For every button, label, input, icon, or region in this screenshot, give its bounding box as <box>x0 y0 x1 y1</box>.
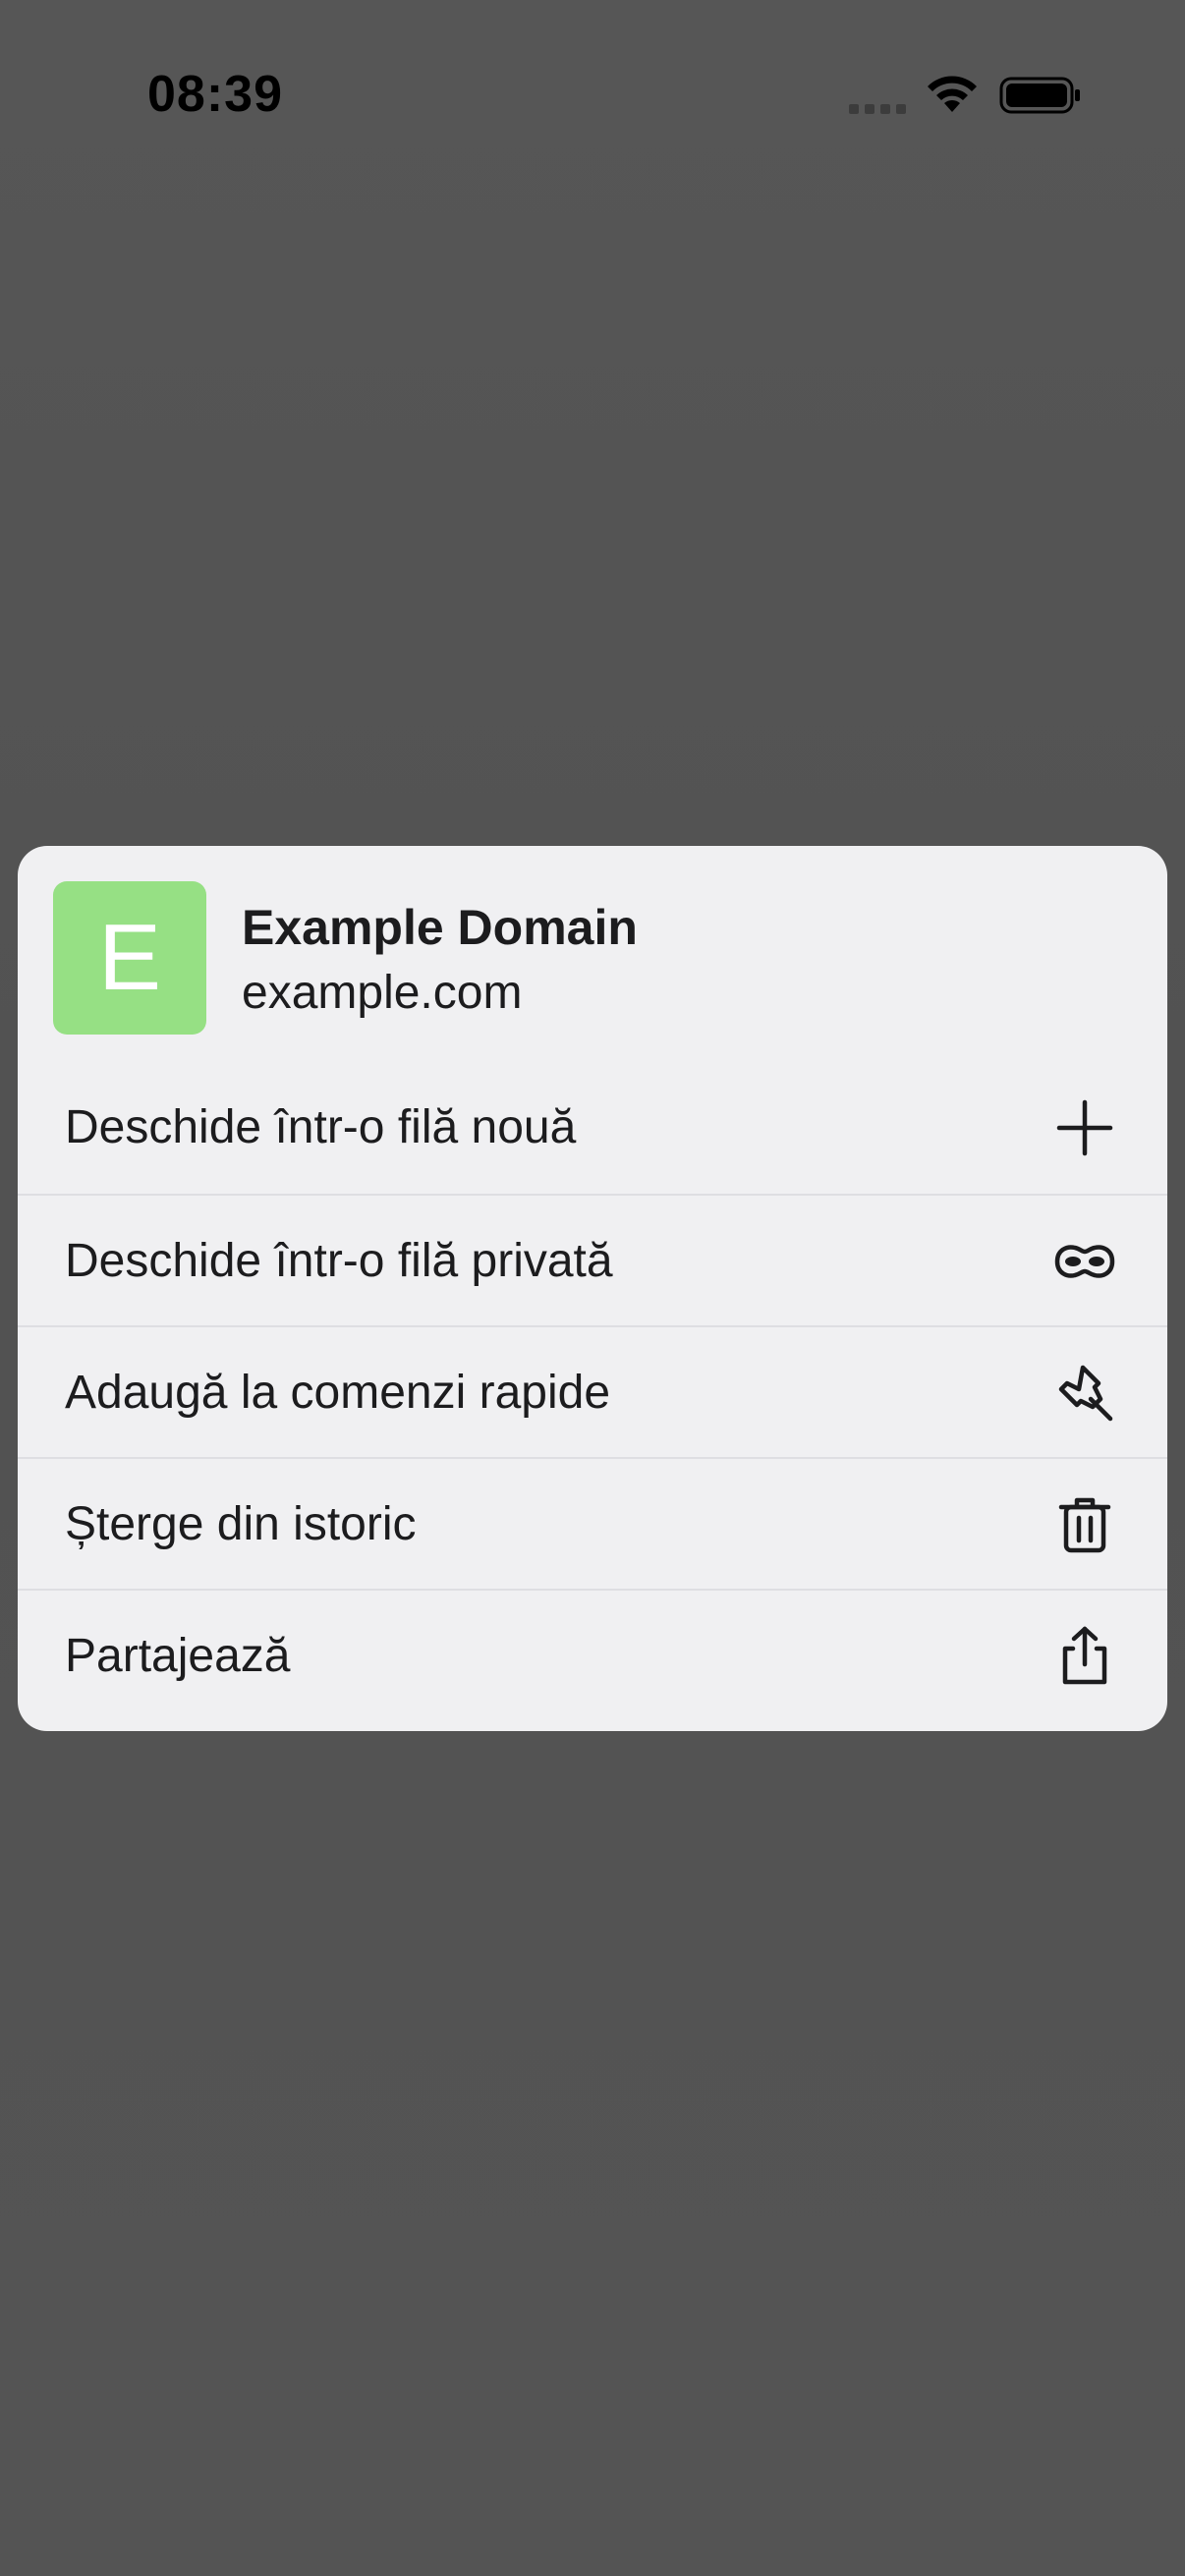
menu-item-label: Partajează <box>65 1630 291 1682</box>
site-favicon: E <box>53 881 206 1035</box>
site-url: example.com <box>242 967 523 1019</box>
pin-icon <box>1051 1360 1118 1427</box>
share-icon <box>1051 1623 1118 1690</box>
site-preview-header: E Example Domain example.com <box>18 846 1167 1062</box>
menu-item-add-shortcut[interactable]: Adaugă la comenzi rapide <box>18 1325 1167 1457</box>
menu-item-open-private-tab[interactable]: Deschide într-o filă privată <box>18 1194 1167 1325</box>
cellular-signal-icon <box>849 104 906 114</box>
menu-item-label: Adaugă la comenzi rapide <box>65 1367 611 1419</box>
favicon-letter: E <box>97 905 162 1010</box>
battery-icon <box>999 77 1080 114</box>
site-title: Example Domain <box>242 900 638 955</box>
menu-item-label: Deschide într-o filă nouă <box>65 1101 577 1153</box>
menu-items-list: Deschide într-o filă nouă Deschide într-… <box>18 1062 1167 1720</box>
status-bar: 08:39 <box>0 0 1185 187</box>
trash-icon <box>1051 1491 1118 1558</box>
menu-item-delete-from-history[interactable]: Șterge din istoric <box>18 1457 1167 1589</box>
wifi-icon <box>928 76 977 112</box>
menu-item-label: Deschide într-o filă privată <box>65 1235 613 1287</box>
menu-item-share[interactable]: Partajează <box>18 1589 1167 1720</box>
private-mask-icon <box>1051 1228 1118 1295</box>
menu-item-label: Șterge din istoric <box>65 1498 417 1550</box>
context-menu: E Example Domain example.com Deschide în… <box>18 846 1167 1731</box>
menu-item-open-new-tab[interactable]: Deschide într-o filă nouă <box>18 1062 1167 1194</box>
status-time: 08:39 <box>147 66 283 123</box>
plus-icon <box>1051 1094 1118 1161</box>
